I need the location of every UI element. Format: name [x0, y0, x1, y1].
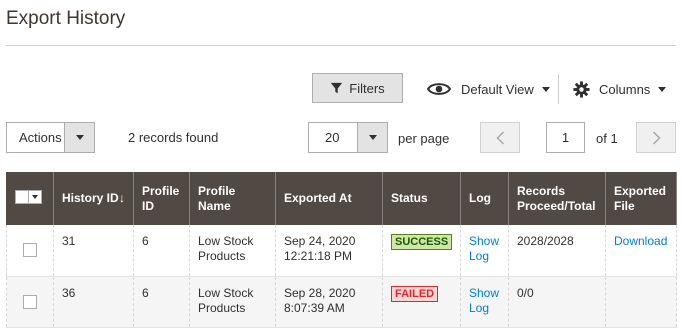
actions-dropdown[interactable]: Actions [6, 122, 95, 153]
column-label: Log [469, 191, 491, 205]
next-page-button[interactable] [636, 122, 676, 153]
per-page-dropdown-arrow[interactable] [357, 123, 387, 152]
profile-name-cell: Low Stock Products [189, 276, 276, 327]
table-row[interactable]: 36 6 Low Stock Products Sep 28, 2020 8:0… [6, 276, 677, 327]
row-checkbox[interactable] [23, 294, 37, 309]
chevron-down-icon [658, 86, 667, 92]
chevron-left-icon [495, 130, 504, 145]
profile-id-cell: 6 [133, 225, 190, 276]
column-header-exported-at[interactable]: Exported At [275, 172, 383, 225]
history-id-cell: 36 [53, 276, 134, 327]
column-label: Exported File [614, 183, 667, 213]
status-cell: SUCCESS [382, 225, 461, 276]
mass-select-header[interactable] [6, 172, 54, 225]
exported-at-cell: Sep 28, 2020 8:07:39 AM [275, 276, 383, 327]
table-row[interactable]: 31 6 Low Stock Products Sep 24, 2020 12:… [6, 225, 677, 276]
log-cell: Show Log [460, 225, 509, 276]
profile-name-cell: Low Stock Products [189, 225, 276, 276]
mass-select-dropdown[interactable] [28, 191, 41, 203]
page-title: Export History [6, 8, 126, 29]
show-log-link[interactable]: Show Log [469, 286, 499, 315]
column-header-log[interactable]: Log [460, 172, 509, 225]
records-found-count: 2 records found [128, 130, 219, 145]
per-page-label: per page [398, 131, 450, 146]
column-header-history-id[interactable]: ↓ History ID [53, 172, 134, 225]
view-label: Default View [461, 81, 534, 97]
chevron-down-icon [368, 135, 377, 140]
profile-id-cell: 6 [133, 276, 190, 327]
column-header-records[interactable]: Records Proceed/Total [508, 172, 606, 225]
filters-button[interactable]: Filters [312, 73, 403, 103]
mass-select-control[interactable] [15, 190, 42, 204]
column-label: Profile ID [142, 183, 180, 213]
current-page-input[interactable] [546, 122, 585, 153]
row-select-cell [6, 276, 54, 327]
columns-label: Columns [599, 81, 651, 97]
filters-label: Filters [349, 80, 385, 96]
status-badge: FAILED [391, 285, 439, 302]
column-header-profile-id[interactable]: Profile ID [133, 172, 190, 225]
exported-file-cell: Download [605, 225, 677, 276]
view-switcher[interactable]: Default View [427, 78, 550, 100]
column-header-profile-name[interactable]: Profile Name [189, 172, 276, 225]
history-id-cell: 31 [53, 225, 134, 276]
chevron-right-icon [652, 130, 661, 145]
chevron-down-icon [75, 135, 84, 140]
per-page-value: 20 [325, 130, 340, 145]
actions-label: Actions [19, 130, 62, 145]
exported-at-cell: Sep 24, 2020 12:21:18 PM [275, 225, 383, 276]
actions-dropdown-arrow[interactable] [64, 123, 94, 152]
column-header-status[interactable]: Status [382, 172, 461, 225]
log-cell: Show Log [460, 276, 509, 327]
download-link[interactable]: Download [614, 234, 667, 248]
column-header-exported-file[interactable]: Exported File [605, 172, 677, 225]
previous-page-button[interactable] [480, 122, 520, 153]
column-label: Profile Name [198, 183, 236, 213]
show-log-link[interactable]: Show Log [469, 234, 499, 263]
gear-icon [573, 80, 590, 98]
status-cell: FAILED [382, 276, 461, 327]
toolbar-divider [558, 74, 559, 104]
column-label: Exported At [284, 191, 352, 205]
eye-icon [427, 83, 451, 95]
columns-control[interactable]: Columns [573, 78, 667, 100]
column-label: History ID [62, 191, 119, 205]
chevron-down-icon [541, 86, 550, 92]
exported-file-cell [605, 276, 677, 327]
records-cell: 2028/2028 [508, 225, 606, 276]
status-badge: SUCCESS [391, 234, 453, 250]
mass-select-checkbox[interactable] [16, 191, 28, 203]
total-pages-label: of 1 [596, 131, 618, 146]
sort-down-arrow-icon: ↓ [119, 191, 125, 205]
grid-header-row: ↓ History ID Profile ID Profile Name Exp… [6, 172, 677, 225]
title-divider [6, 45, 676, 46]
filter-icon [331, 82, 343, 93]
column-label: Status [391, 191, 428, 205]
per-page-select[interactable]: 20 [308, 122, 388, 153]
row-select-cell [6, 225, 54, 276]
chevron-down-icon [32, 195, 38, 199]
row-checkbox[interactable] [23, 243, 37, 257]
column-label: Records Proceed/Total [517, 183, 596, 213]
export-history-grid: ↓ History ID Profile ID Profile Name Exp… [6, 172, 677, 328]
records-cell: 0/0 [508, 276, 606, 327]
